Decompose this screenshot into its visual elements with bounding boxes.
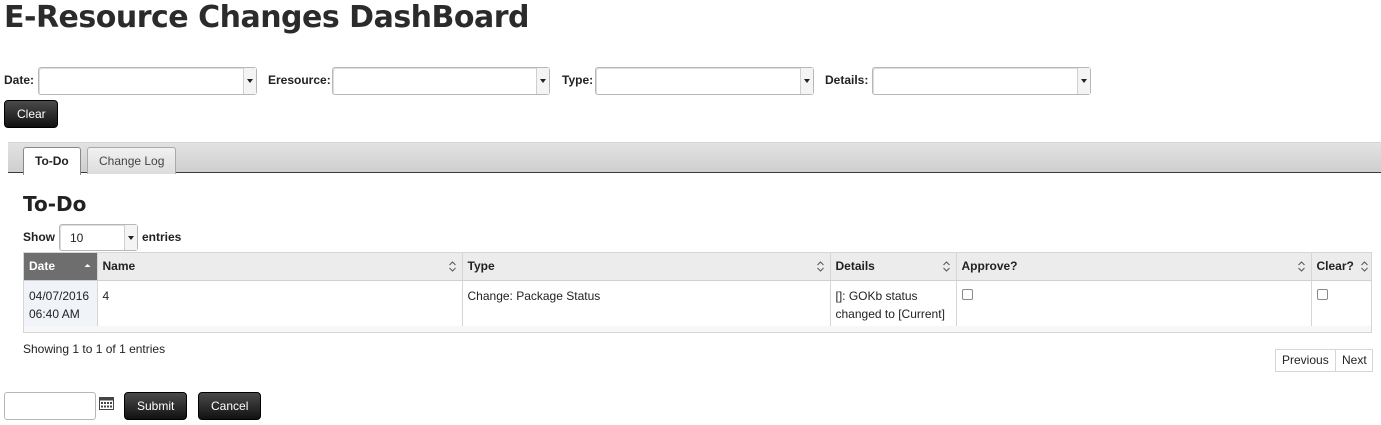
eresource-filter-select[interactable] [332,67,550,95]
cell-type: Change: Package Status [462,280,831,326]
chevron-down-icon [243,68,256,94]
cancel-button[interactable]: Cancel [198,392,261,420]
previous-page-button[interactable]: Previous [1275,349,1335,372]
table-info: Showing 1 to 1 of 1 entries [23,342,166,356]
sort-both-icon [816,261,824,272]
cell-details-line2: changed to [Current] [835,306,945,321]
column-header-type-label: Type [467,259,495,274]
cell-approve [956,280,1312,326]
column-header-name-label: Name [102,259,136,274]
cell-details-line1: []: GOKb status [835,288,918,303]
cell-clear [1311,280,1372,326]
clear-checkbox[interactable] [1316,288,1328,300]
table-row: 04/07/2016 06:40 AM 4 Change: Package St… [24,280,1372,326]
table-header-row: Date Name Type Details Approve? Clear? [24,253,1372,281]
section-title: To-Do [23,192,87,216]
column-header-details-label: Details [835,259,875,274]
submit-button[interactable]: Submit [124,392,187,420]
entries-label: entries [142,230,182,244]
chevron-down-icon [536,68,549,94]
approve-checkbox[interactable] [961,288,973,300]
sort-both-icon [1360,261,1368,272]
chevron-down-icon [1077,68,1090,94]
column-header-date[interactable]: Date [24,253,98,281]
chevron-down-icon [800,68,813,94]
cell-date: 04/07/2016 06:40 AM [24,280,98,326]
sort-asc-icon [84,264,90,267]
column-header-type[interactable]: Type [462,253,831,281]
entries-per-page-value: 10 [70,231,84,245]
todo-table: Date Name Type Details Approve? Clear? 0… [23,252,1372,333]
tab-todo[interactable]: To-Do [23,147,81,175]
cell-date-line2: 06:40 AM [29,306,80,321]
details-filter-select[interactable] [872,67,1091,95]
clear-button[interactable]: Clear [4,100,58,128]
sort-both-icon [942,261,950,272]
column-header-clear-label: Clear? [1316,259,1354,274]
sort-both-icon [1297,261,1305,272]
cell-details: []: GOKb status changed to [Current] [830,280,957,326]
column-header-clear[interactable]: Clear? [1311,253,1372,281]
type-filter-select[interactable] [595,67,814,95]
type-filter-label: Type: [562,73,594,87]
column-header-date-label: Date [29,259,56,274]
sort-both-icon [448,261,456,272]
date-filter-select[interactable] [38,67,257,95]
show-label: Show [23,230,55,244]
calendar-icon[interactable] [99,396,114,410]
cell-date-line1: 04/07/2016 [29,288,90,303]
column-header-approve[interactable]: Approve? [956,253,1312,281]
page-title: E-Resource Changes DashBoard [4,0,530,35]
date-input[interactable] [4,392,96,420]
chevron-down-icon [124,225,137,250]
next-page-button[interactable]: Next [1335,349,1373,372]
details-filter-label: Details: [825,73,869,87]
tab-change-log[interactable]: Change Log [87,147,177,174]
eresource-filter-label: Eresource: [268,73,331,87]
column-header-approve-label: Approve? [961,259,1018,274]
date-filter-label: Date: [4,73,35,87]
column-header-name[interactable]: Name [97,253,463,281]
entries-per-page-select[interactable]: 10 [59,224,138,251]
tab-bar: To-Do Change Log [8,142,1381,175]
column-header-details[interactable]: Details [830,253,957,281]
cell-name: 4 [97,280,463,326]
